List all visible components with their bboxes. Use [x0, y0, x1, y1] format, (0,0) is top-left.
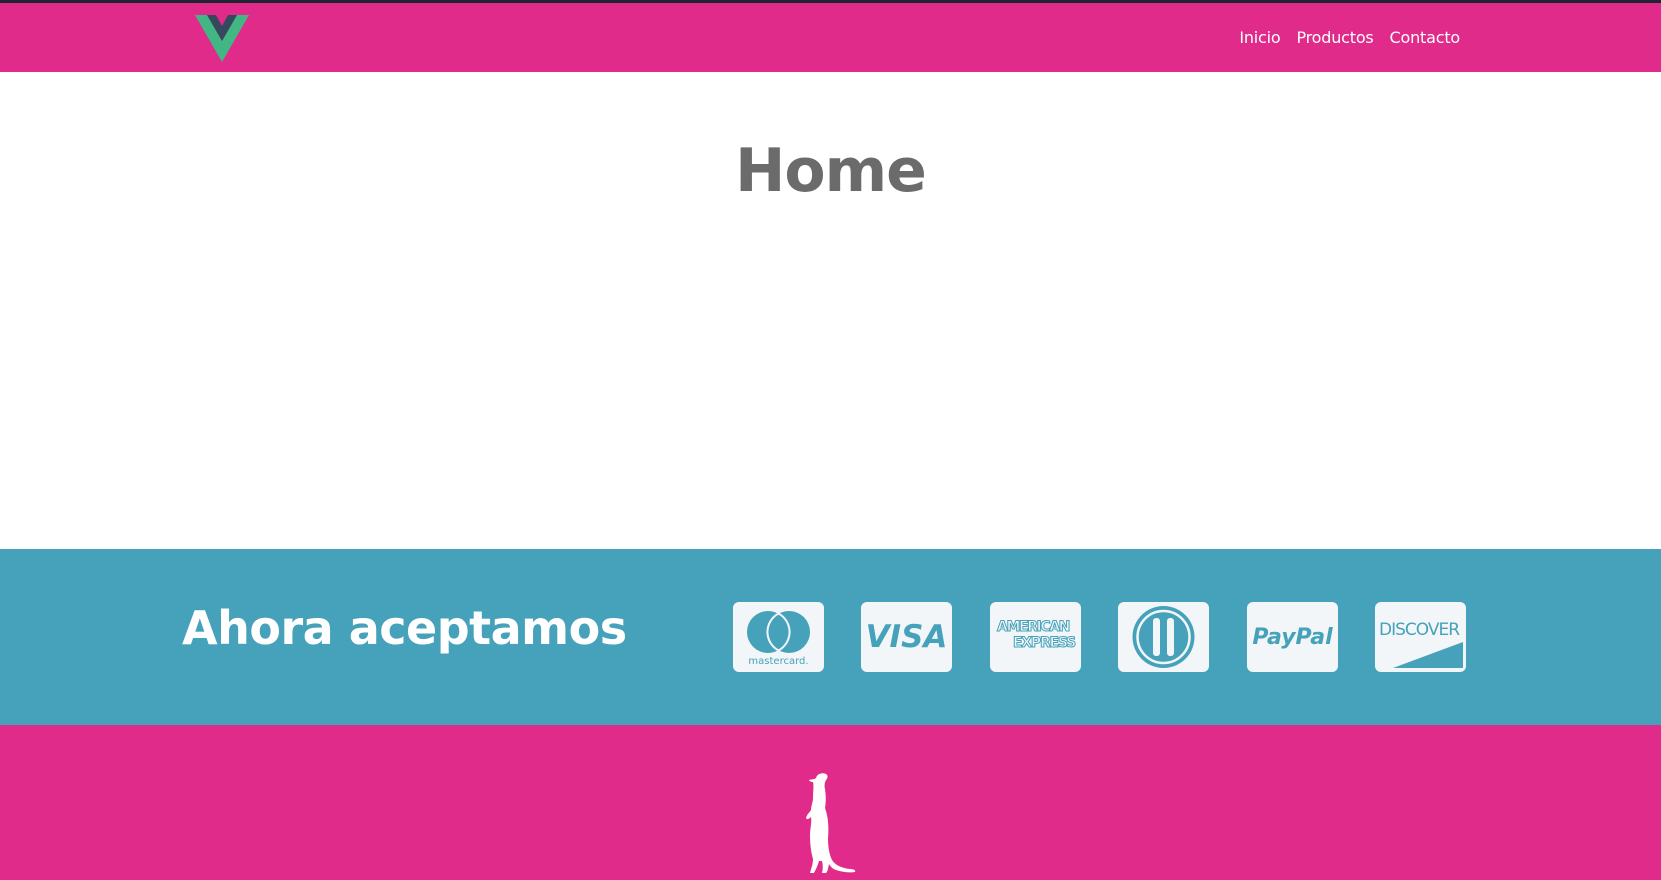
- mastercard-text: mastercard.: [748, 656, 808, 667]
- paypal-icon: PayPal: [1247, 602, 1338, 672]
- payment-methods-section: Ahora aceptamos mastercard. VISA AMERICA…: [0, 549, 1661, 725]
- navbar: Inicio Productos Contacto: [0, 3, 1661, 72]
- nav-link-contacto[interactable]: Contacto: [1390, 28, 1461, 47]
- vue-logo-icon[interactable]: [195, 15, 249, 62]
- meerkat-icon: [798, 772, 858, 874]
- discover-icon: DISCOVER: [1375, 602, 1466, 672]
- diners-club-icon: [1118, 602, 1209, 672]
- visa-icon: VISA: [861, 602, 952, 672]
- paypal-text: PayPal: [1252, 625, 1333, 650]
- visa-text: VISA: [866, 619, 948, 655]
- footer: [0, 725, 1661, 880]
- mastercard-icon: mastercard.: [733, 602, 824, 672]
- svg-text:EXPRESS: EXPRESS: [1013, 635, 1076, 651]
- page-title: Home: [735, 136, 927, 206]
- nav-link-productos[interactable]: Productos: [1296, 28, 1373, 47]
- payment-heading: Ahora aceptamos: [182, 601, 627, 655]
- american-express-icon: AMERICAN EXPRESS: [990, 602, 1081, 672]
- main-nav: Inicio Productos Contacto: [1239, 28, 1460, 47]
- nav-link-inicio[interactable]: Inicio: [1239, 28, 1280, 47]
- svg-text:AMERICAN: AMERICAN: [997, 619, 1070, 635]
- discover-text: DISCOVER: [1379, 620, 1460, 640]
